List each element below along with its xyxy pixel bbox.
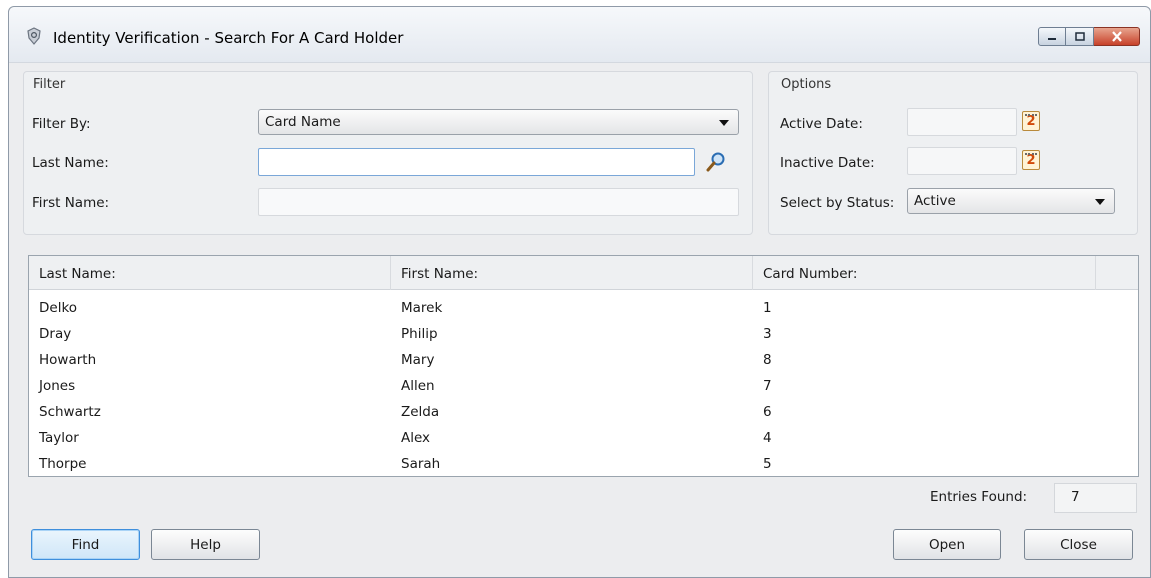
- column-divider[interactable]: [1095, 256, 1096, 290]
- maximize-icon: [1074, 32, 1085, 41]
- cell-first-name: Allen: [401, 378, 435, 394]
- dialog-window: Identity Verification - Search For A Car…: [8, 6, 1151, 578]
- table-row[interactable]: Taylor Alex 4: [29, 426, 1138, 452]
- cell-last-name: Jones: [39, 378, 76, 394]
- calendar-icon[interactable]: 2: [1022, 111, 1040, 131]
- last-name-label: Last Name:: [32, 155, 109, 171]
- cell-card-number: 6: [763, 404, 772, 420]
- cell-first-name: Sarah: [401, 456, 441, 472]
- cell-first-name: Alex: [401, 430, 431, 446]
- filter-group-label: Filter: [33, 77, 66, 92]
- status-select[interactable]: Active: [907, 188, 1115, 214]
- column-divider[interactable]: [390, 256, 391, 290]
- cell-last-name: Thorpe: [39, 456, 87, 472]
- cell-first-name: Mary: [401, 352, 435, 368]
- column-header-first-name[interactable]: First Name:: [401, 266, 478, 282]
- chevron-down-icon: [719, 120, 729, 126]
- active-date-input[interactable]: [907, 108, 1017, 136]
- inactive-date-input[interactable]: [907, 147, 1017, 175]
- first-name-label: First Name:: [32, 195, 110, 211]
- title-bar[interactable]: Identity Verification - Search For A Car…: [9, 7, 1150, 63]
- cell-first-name: Philip: [401, 326, 438, 342]
- find-button[interactable]: Find: [31, 529, 140, 560]
- filter-by-label: Filter By:: [32, 116, 91, 132]
- last-name-input[interactable]: [258, 148, 695, 176]
- table-row[interactable]: Schwartz Zelda 6: [29, 400, 1138, 426]
- cell-card-number: 4: [763, 430, 772, 446]
- table-row[interactable]: Dray Philip 3: [29, 322, 1138, 348]
- table-row[interactable]: Delko Marek 1: [29, 296, 1138, 322]
- open-button[interactable]: Open: [893, 529, 1001, 560]
- filter-by-value: Card Name: [265, 114, 341, 130]
- minimize-icon: [1048, 37, 1056, 40]
- cell-last-name: Howarth: [39, 352, 97, 368]
- column-divider[interactable]: [752, 256, 753, 290]
- cell-last-name: Taylor: [39, 430, 79, 446]
- table-header: Last Name: First Name: Card Number:: [29, 256, 1138, 290]
- cell-last-name: Dray: [39, 326, 72, 342]
- table-row[interactable]: Howarth Mary 8: [29, 348, 1138, 374]
- first-name-input[interactable]: [258, 188, 739, 216]
- cell-card-number: 1: [763, 300, 772, 316]
- options-group-label: Options: [781, 77, 832, 92]
- cell-card-number: 7: [763, 378, 772, 394]
- filter-by-select[interactable]: Card Name: [258, 109, 739, 135]
- help-button[interactable]: Help: [151, 529, 260, 560]
- minimize-button[interactable]: [1038, 27, 1066, 46]
- maximize-button[interactable]: [1066, 27, 1094, 46]
- inactive-date-label: Inactive Date:: [780, 155, 875, 171]
- cell-first-name: Zelda: [401, 404, 440, 420]
- cell-last-name: Delko: [39, 300, 78, 316]
- window-title: Identity Verification - Search For A Car…: [53, 29, 404, 47]
- status-value: Active: [914, 193, 956, 209]
- table-row[interactable]: Jones Allen 7: [29, 374, 1138, 400]
- calendar-icon[interactable]: 2: [1022, 150, 1040, 170]
- entries-found-label: Entries Found:: [930, 489, 1028, 505]
- close-window-button[interactable]: [1094, 27, 1140, 46]
- close-icon: [1111, 31, 1122, 42]
- close-button[interactable]: Close: [1024, 529, 1133, 560]
- chevron-down-icon: [1095, 199, 1105, 205]
- column-header-card-number[interactable]: Card Number:: [763, 266, 857, 282]
- cell-first-name: Marek: [401, 300, 443, 316]
- table-row[interactable]: Thorpe Sarah 5: [29, 452, 1138, 478]
- column-header-last-name[interactable]: Last Name:: [39, 266, 116, 282]
- active-date-label: Active Date:: [780, 116, 863, 132]
- cell-last-name: Schwartz: [39, 404, 101, 420]
- cell-card-number: 3: [763, 326, 772, 342]
- status-label: Select by Status:: [780, 195, 895, 211]
- window-controls: [1038, 27, 1140, 46]
- search-icon[interactable]: [705, 151, 727, 173]
- results-table[interactable]: Last Name: First Name: Card Number: Delk…: [28, 255, 1139, 477]
- entries-found-value: 7: [1054, 483, 1137, 513]
- shield-icon: [27, 27, 41, 45]
- cell-card-number: 8: [763, 352, 772, 368]
- cell-card-number: 5: [763, 456, 772, 472]
